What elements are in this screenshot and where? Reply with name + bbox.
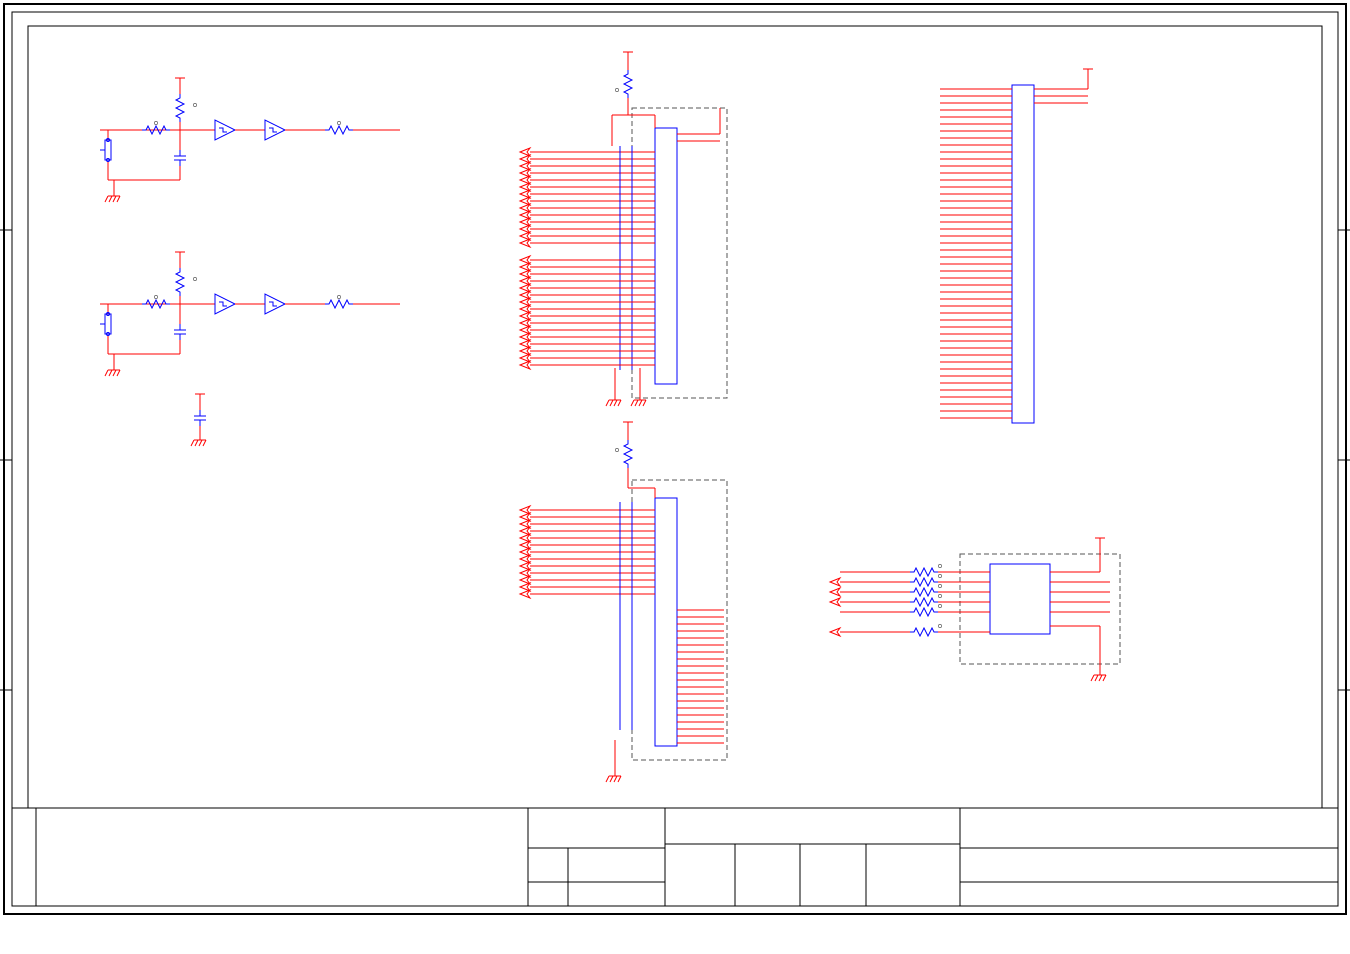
bus-left-lower: [520, 256, 655, 369]
resistor-icon: [624, 440, 632, 468]
drawing-frame: [0, 4, 1350, 914]
ground-icon: [191, 434, 206, 446]
bus-right-many: [677, 610, 724, 743]
ic-left-pins: [830, 564, 990, 636]
connector-top: [520, 52, 727, 406]
capacitor-icon: [174, 324, 186, 340]
power-icon: [175, 252, 185, 260]
power-icon: [623, 422, 633, 430]
capacitor-icon: [174, 150, 186, 166]
title-block: [12, 808, 1338, 906]
connector-bottom: [520, 422, 727, 782]
capacitor-icon: [194, 410, 206, 426]
buffer-icon: [215, 294, 235, 314]
ground-icon: [631, 394, 646, 406]
bus-left-many: [940, 89, 1012, 418]
ground-icon: [606, 394, 621, 406]
small-ic-block: [830, 538, 1120, 681]
pushbutton-icon: [100, 313, 111, 336]
power-icon: [1083, 69, 1093, 77]
buffer-icon: [215, 120, 235, 140]
ic-right-pins: [1050, 582, 1110, 612]
resistor-icon: [176, 268, 184, 296]
power-icon: [195, 394, 205, 402]
ground-icon: [105, 364, 120, 376]
resistor-icon: [176, 94, 184, 122]
schematic-sheet: [0, 0, 1350, 954]
debounce-circuit-2: [100, 252, 400, 376]
debounce-circuit-1: [100, 78, 400, 202]
ground-icon: [105, 190, 120, 202]
resistor-icon: [624, 70, 632, 98]
power-icon: [623, 52, 633, 60]
power-icon: [175, 78, 185, 86]
bus-left-upper: [520, 146, 655, 370]
bus-left-short: [520, 502, 655, 730]
buffer-icon: [265, 120, 285, 140]
pushbutton-icon: [100, 139, 111, 162]
resistor-icon: [325, 300, 353, 308]
decoupling-cap: [191, 394, 206, 446]
ground-icon: [1091, 669, 1106, 681]
ground-icon: [606, 770, 621, 782]
resistor-icon: [325, 126, 353, 134]
power-icon: [1095, 538, 1105, 546]
buffer-icon: [265, 294, 285, 314]
connector-right-tall: [940, 69, 1093, 423]
